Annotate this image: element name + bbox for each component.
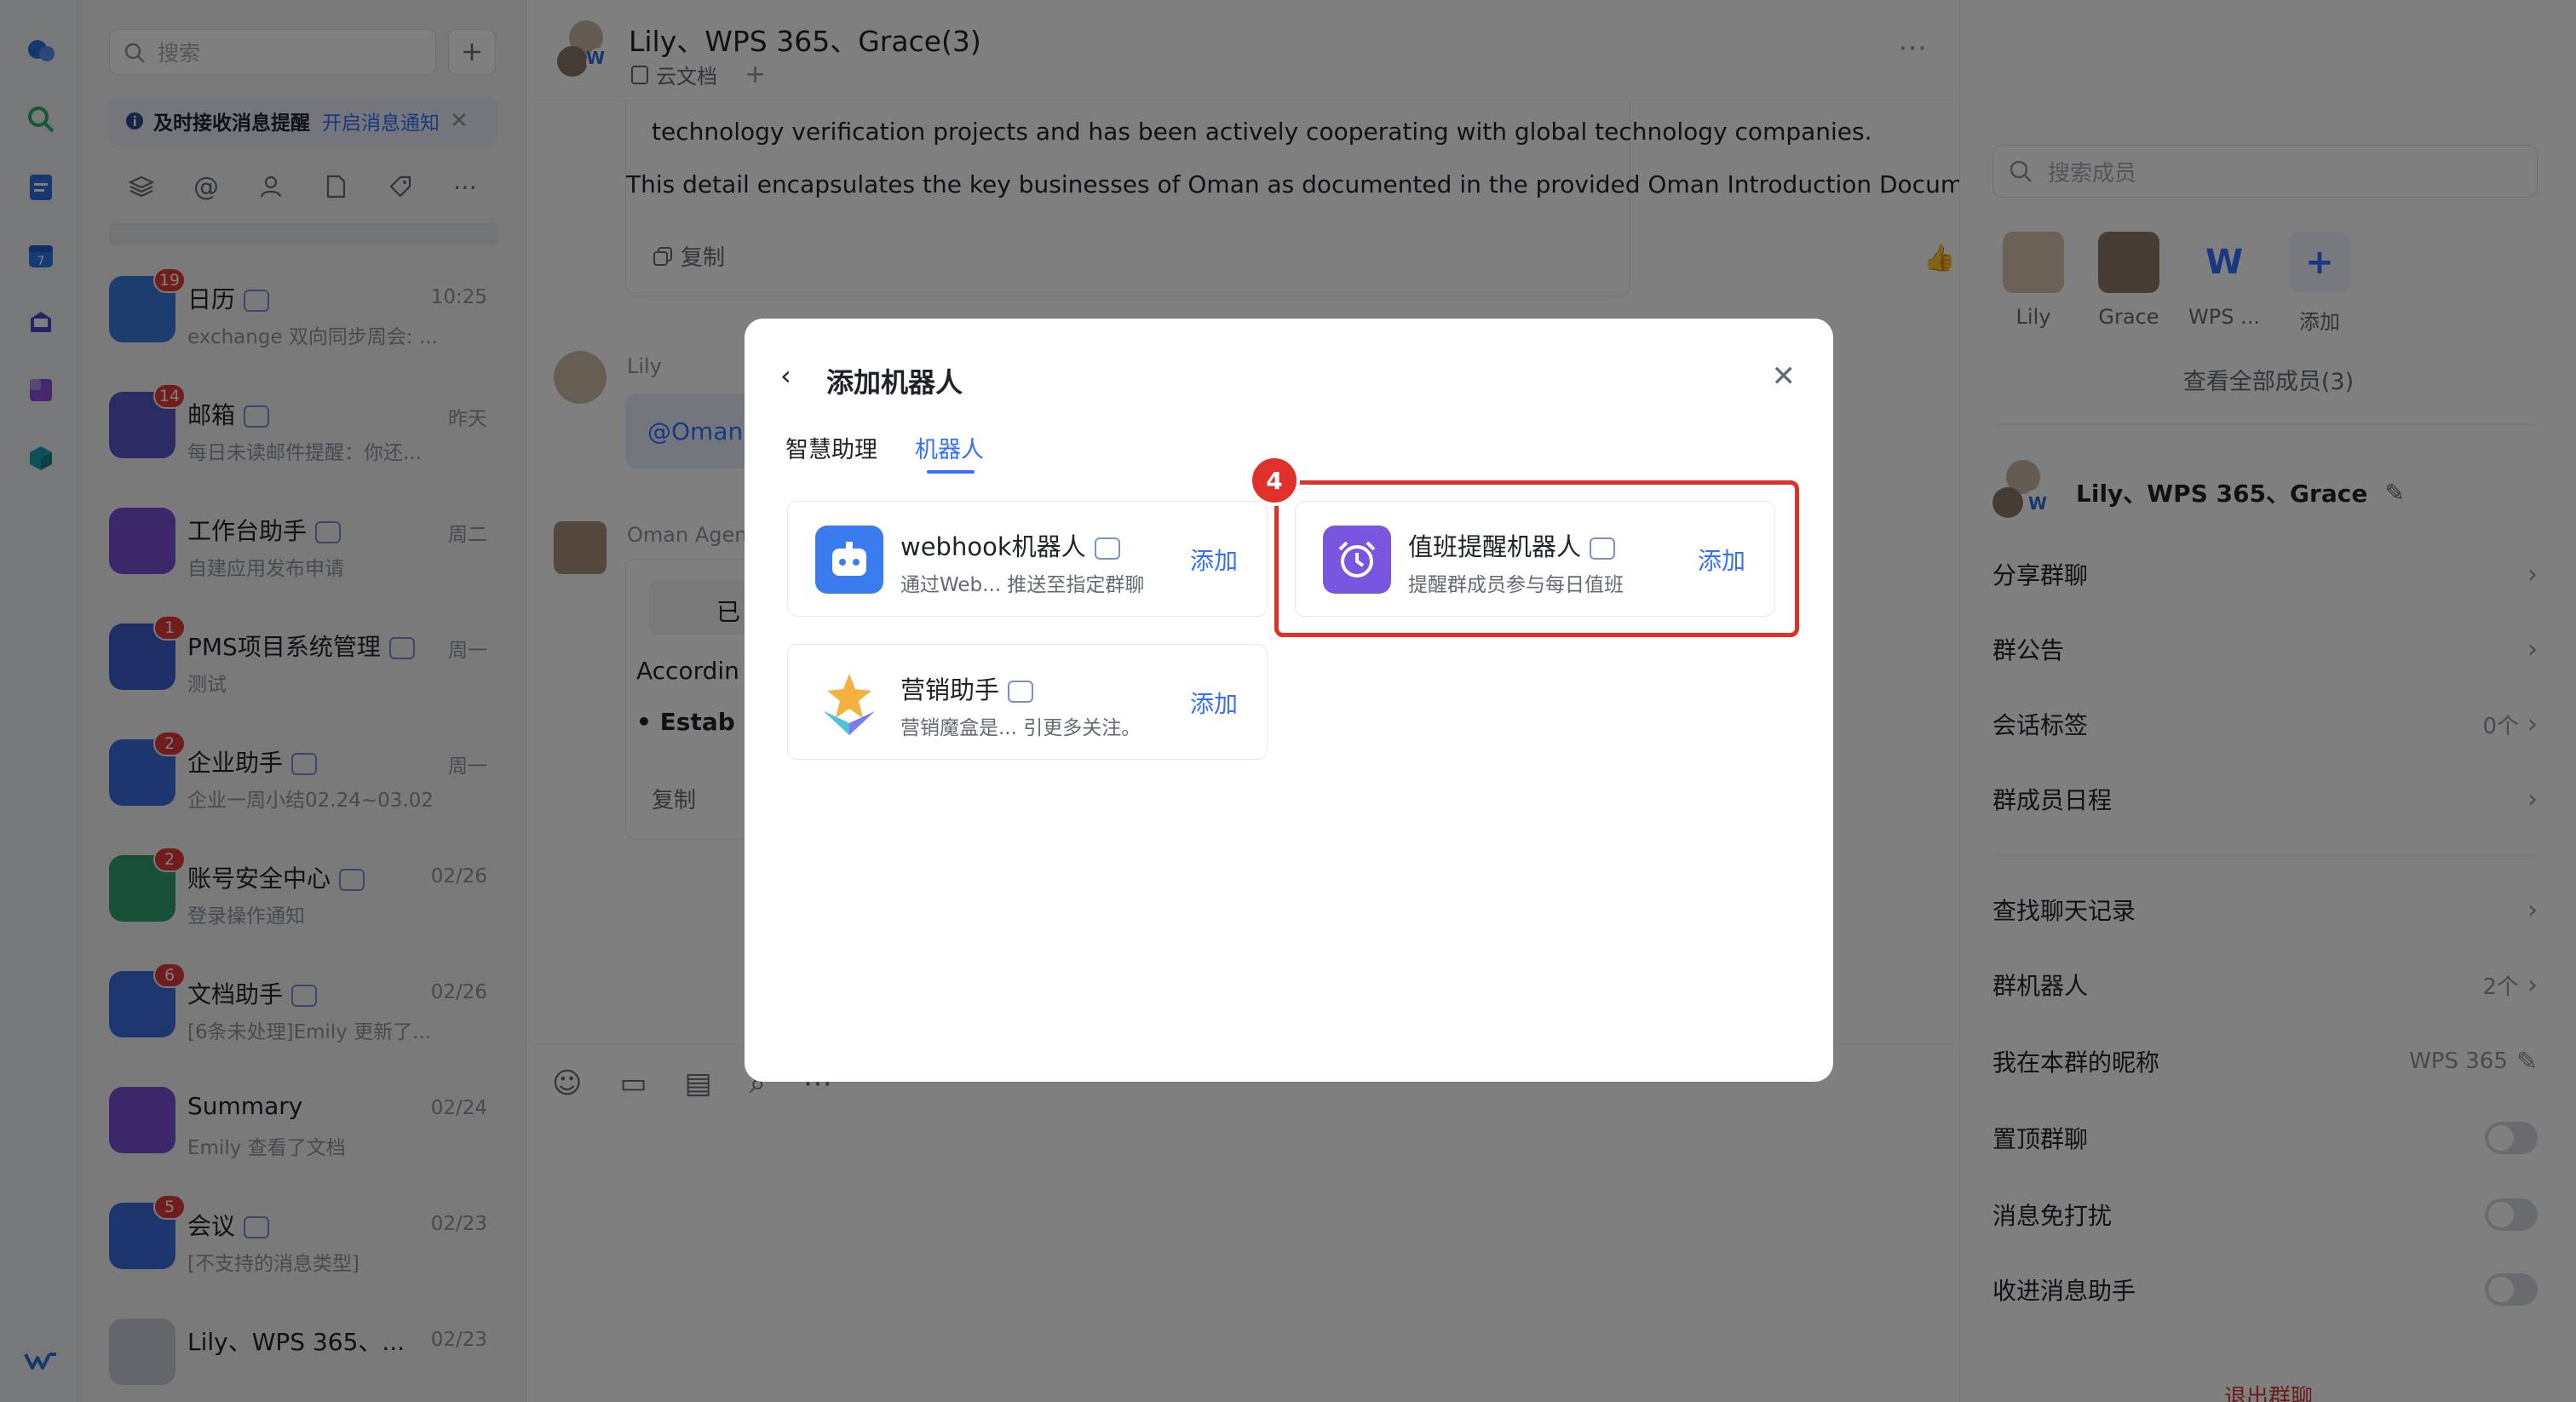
webhook-robot-icon — [815, 526, 883, 594]
highlight-box — [1274, 480, 1799, 637]
close-icon[interactable]: ✕ — [1772, 359, 1797, 394]
bot-icon — [1094, 537, 1120, 560]
step-badge: 4 — [1249, 455, 1300, 506]
tab-robots[interactable]: 机器人 — [915, 431, 984, 464]
add-button[interactable]: 添加 — [1190, 543, 1238, 577]
dialog-title: 添加机器人 — [826, 366, 963, 399]
bot-icon — [1008, 681, 1034, 703]
robot-card-webhook[interactable]: webhook机器人 通过Web... 推送至指定群聊 添加 — [787, 501, 1268, 617]
add-robot-dialog: ‹ 添加机器人 ✕ 智慧助理 机器人 webhook机器人 通过Web... 推… — [745, 319, 1833, 1082]
tab-smart-assistant[interactable]: 智慧助理 — [785, 431, 877, 464]
marketing-star-icon — [815, 669, 883, 737]
active-tab-indicator — [927, 470, 975, 474]
add-button[interactable]: 添加 — [1190, 686, 1238, 720]
back-icon[interactable]: ‹ — [780, 359, 791, 392]
robot-card-marketing[interactable]: 营销助手 营销魔盒是... 引更多关注。 添加 — [787, 644, 1268, 760]
